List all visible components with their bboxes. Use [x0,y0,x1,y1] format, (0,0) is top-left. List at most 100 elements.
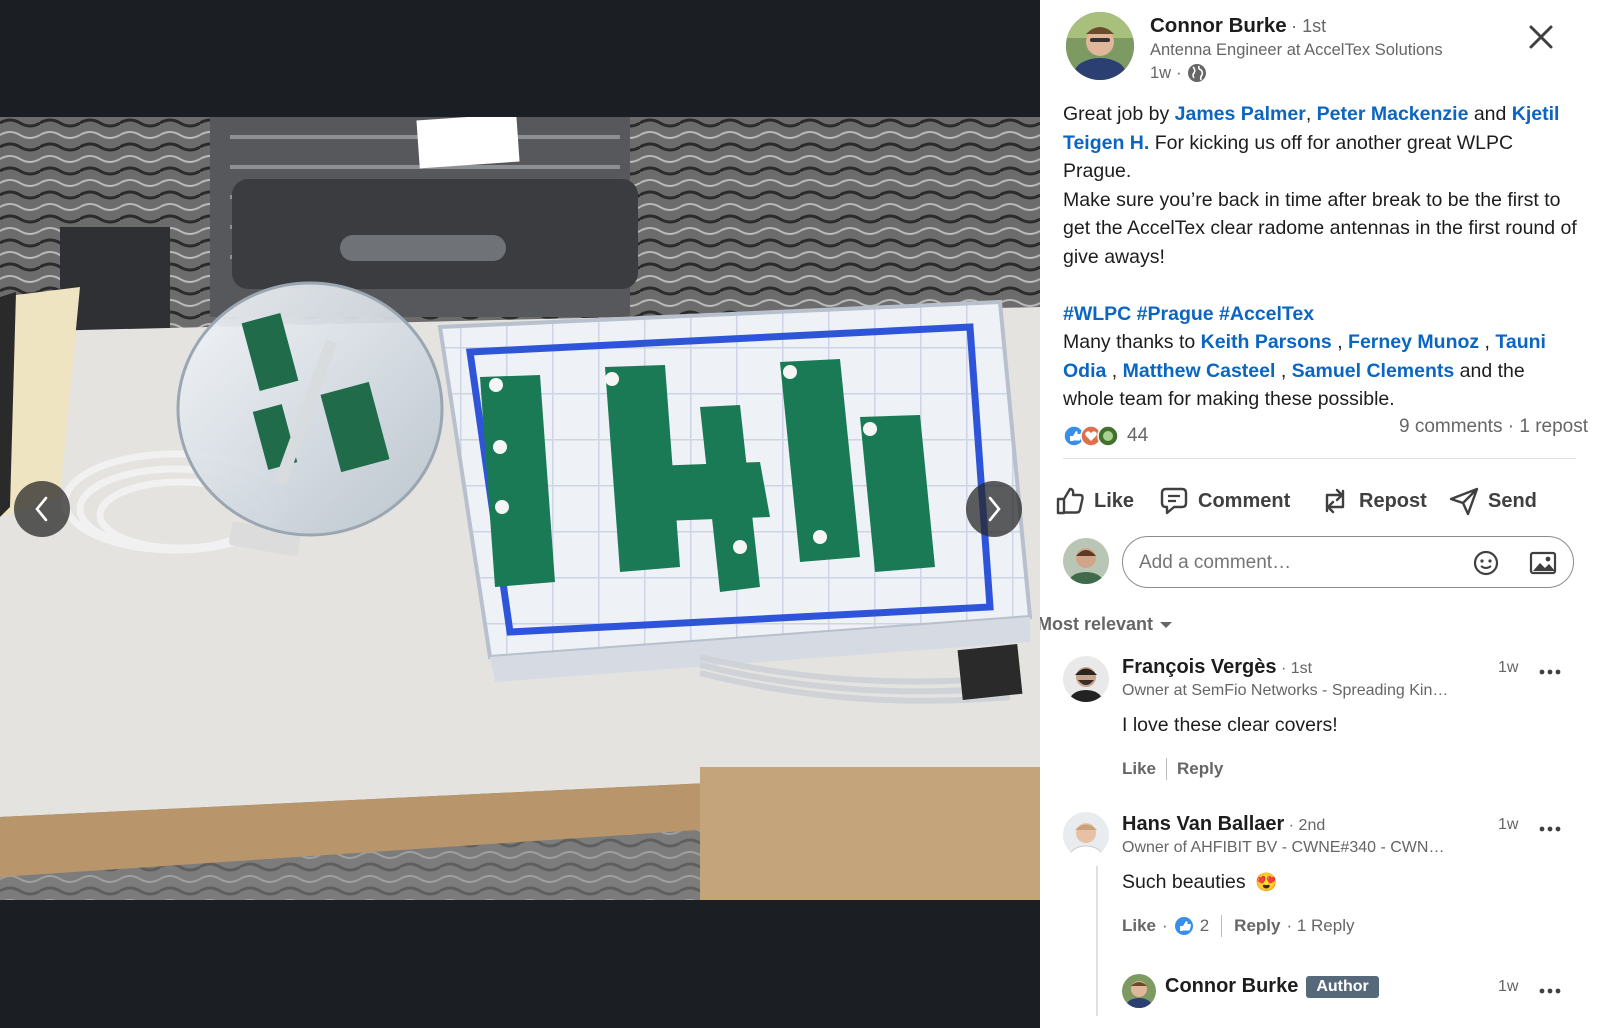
post-modal: Connor Burke · 1st Antenna Engineer at A… [0,0,1600,1028]
comments-count-link[interactable]: 9 comments [1399,416,1502,437]
chevron-left-icon [35,496,48,522]
comment-2-actions: Like · 2 Reply · 1 Reply [1122,915,1355,937]
comment-like-button[interactable]: Like [1122,916,1156,936]
reply-author-name[interactable]: Connor Burke [1165,975,1298,998]
globe-icon [1187,64,1206,82]
thumbs-up-icon [1056,487,1084,515]
post-hashtags[interactable]: #WLPC #Prague #AccelTex [1063,300,1578,329]
post-meta: 1w · [1150,63,1207,83]
comment-icon [1160,487,1188,515]
emoji-icon[interactable] [1473,550,1499,576]
text-segment: Great job by [1063,103,1175,125]
close-icon [1529,25,1553,49]
commenter-name[interactable]: François Vergès [1122,656,1277,678]
reply-header: Connor Burke Author [1165,975,1379,998]
repost-icon [1325,488,1345,514]
post-photo [0,117,1040,900]
repost-label: Repost [1359,489,1427,512]
comment-2-header: Hans Van Ballaer · 2nd [1122,813,1325,836]
commenter-avatar[interactable] [1063,812,1109,858]
text-segment: , [1275,359,1292,382]
engagement-summary: 9 comments · 1 repost [1399,416,1588,438]
author-degree: 1st [1302,16,1327,36]
panel-bottom-edge [1040,1016,1600,1028]
comment-1-actions: Like Reply [1122,758,1223,780]
author-avatar[interactable] [1066,12,1134,80]
post-paragraph-1: Great job by James Palmer, Peter Mackenz… [1063,100,1578,186]
comment-like-count[interactable]: 2 [1200,916,1209,936]
more-options-icon [1539,988,1561,994]
text-segment: , [1331,331,1349,353]
engagement-separator: · [1502,416,1520,437]
next-image-button[interactable] [966,481,1022,537]
text-segment: , [1305,103,1317,125]
reactions-summary[interactable]: 44 [1063,425,1148,447]
commenter-headline: Owner of AHFIBIT BV - CWNE#340 - CWN… [1122,839,1445,856]
commenter-avatar[interactable] [1063,656,1109,702]
comment-input-box[interactable] [1122,536,1574,588]
commenter-degree: · 2nd [1288,817,1326,834]
comment-input[interactable] [1137,547,1461,579]
reply-count-link[interactable]: · 1 Reply [1286,916,1354,936]
degree-separator: · [1291,16,1303,36]
reply-avatar[interactable] [1122,974,1156,1008]
comment-reply-button[interactable]: Reply [1234,916,1280,936]
action-divider [1166,758,1168,780]
reaction-count: 44 [1127,425,1149,446]
sort-label: Most relevant [1040,614,1154,634]
comment-text-row: Such beauties 😍 [1122,871,1277,894]
comment-options-button[interactable] [1538,664,1562,675]
send-button[interactable]: Send [1448,483,1537,519]
reply-options-button[interactable] [1538,983,1562,994]
like-label: Like [1094,489,1135,512]
text-segment: Many thanks to [1063,331,1201,353]
send-icon [1449,487,1479,516]
reaction-icons [1063,425,1119,447]
more-options-icon [1539,669,1561,675]
mention-ferney-munoz[interactable]: Ferney Munoz [1348,331,1479,353]
mention-peter-mackenzie[interactable]: Peter Mackenzie [1317,103,1469,125]
post-details-panel: Connor Burke · 1st Antenna Engineer at A… [1040,0,1600,1028]
post-time: 1w [1150,63,1172,82]
comment-text: Such beauties [1122,871,1246,893]
text-segment: , [1106,359,1123,382]
send-label: Send [1488,489,1537,512]
mention-james-palmer[interactable]: James Palmer [1175,103,1306,125]
sort-dropdown[interactable]: Most relevant [1040,614,1173,635]
previous-image-button[interactable] [14,481,70,537]
like-reaction-icon [1174,917,1193,935]
current-user-photo [1063,538,1109,584]
comment-text: I love these clear covers! [1122,714,1338,736]
post-body: Great job by James Palmer, Peter Mackenz… [1063,100,1578,414]
media-viewer [0,0,1040,1028]
comment-label: Comment [1198,489,1291,512]
author-badge: Author [1306,975,1379,998]
mention-samuel-clements[interactable]: Samuel Clements [1292,360,1455,382]
comment-time: 1w [1498,816,1519,833]
mention-keith-parsons[interactable]: Keith Parsons [1201,331,1332,353]
chevron-right-icon [988,496,1001,522]
commenter-name[interactable]: Hans Van Ballaer [1122,813,1284,835]
commenter-photo [1063,812,1109,858]
action-divider [1221,915,1223,937]
reply-author-photo [1122,974,1156,1008]
comment-button[interactable]: Comment [1158,483,1290,519]
comment-1-header: François Vergès · 1st [1122,656,1312,679]
commenter-photo [1063,656,1109,702]
repost-button[interactable]: Repost [1319,483,1427,519]
caret-down-icon [1160,621,1173,628]
author-name[interactable]: Connor Burke [1150,14,1287,37]
mention-matthew-casteel[interactable]: Matthew Casteel [1123,360,1276,382]
text-segment: and [1468,103,1512,125]
comment-like-button[interactable]: Like [1122,759,1156,779]
text-segment: , [1479,331,1496,353]
close-button[interactable] [1526,22,1556,52]
like-button[interactable]: Like [1054,483,1134,519]
post-paragraph-3: Many thanks to Keith Parsons , Ferney Mu… [1063,328,1578,414]
comment-reply-button[interactable]: Reply [1177,759,1223,779]
author-photo [1066,12,1134,80]
comment-options-button[interactable] [1538,821,1562,832]
reposts-count-link[interactable]: 1 repost [1519,416,1588,437]
image-icon[interactable] [1529,550,1557,576]
like-separator: · [1162,916,1168,935]
